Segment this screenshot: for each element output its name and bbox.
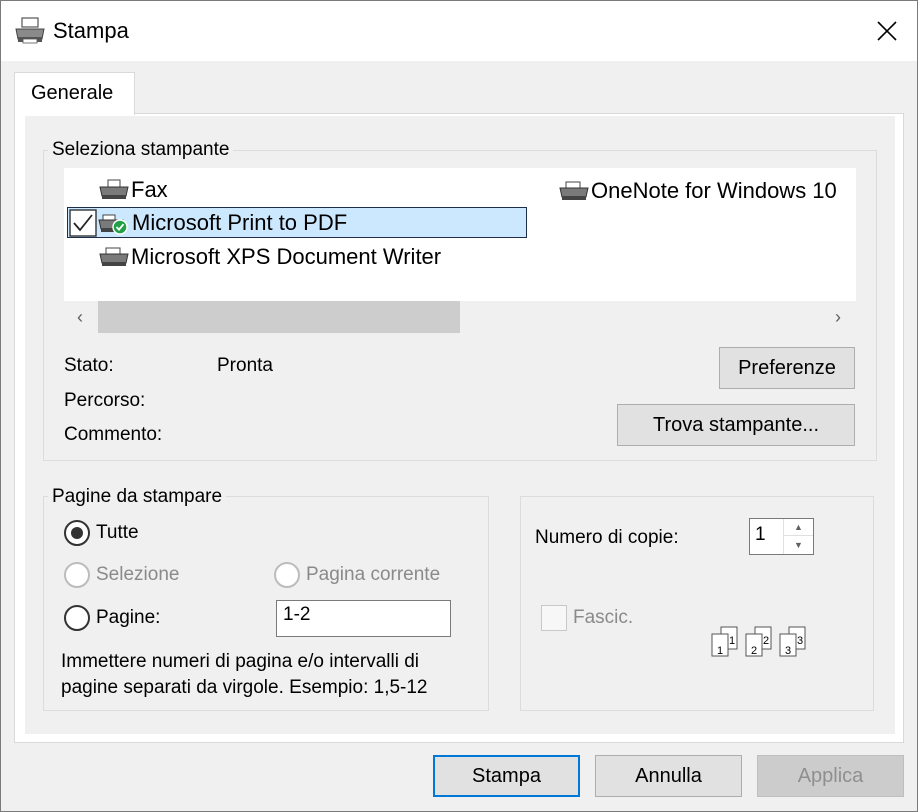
apply-button[interactable]: Applica [757, 755, 904, 797]
collate-checkbox[interactable] [541, 605, 567, 631]
stepper-up-icon[interactable]: ▲ [784, 519, 813, 536]
print-dialog: Stampa Generale Seleziona stampante Fax [0, 0, 918, 812]
printer-item-microsoft-print-to-pdf[interactable]: Microsoft Print to PDF [67, 207, 527, 238]
print-button[interactable]: Stampa [433, 755, 580, 797]
comment-label: Commento: [64, 424, 163, 445]
collate-page-number: 1 [717, 645, 723, 657]
close-button[interactable] [857, 1, 917, 61]
printer-item-onenote-for-windows-10[interactable]: OneNote for Windows 10 [557, 175, 856, 206]
collate-page-number: 3 [797, 635, 803, 647]
fax-icon [99, 179, 129, 199]
printer-name: OneNote for Windows 10 [591, 177, 837, 203]
window-title: Stampa [53, 18, 129, 43]
cancel-button[interactable]: Annulla [595, 755, 742, 797]
pages-group-title: Pagine da stampare [48, 486, 227, 508]
printer-item-fax[interactable]: Fax [97, 174, 168, 205]
path-label: Percorso: [64, 390, 146, 411]
collate-page-number: 3 [785, 645, 791, 657]
printer-name: Fax [131, 176, 168, 202]
selection-label: Selezione [96, 564, 180, 585]
copies-value: 1 [755, 524, 766, 545]
scroll-left-icon[interactable]: ‹ [70, 307, 90, 327]
printer-name: Microsoft Print to PDF [132, 209, 348, 235]
printer-icon [99, 247, 129, 266]
scrollbar-thumb[interactable] [98, 301, 460, 333]
status-value: Pronta [217, 355, 273, 376]
printer-name: Microsoft XPS Document Writer [131, 243, 442, 269]
pages-hint-line-1: Immettere numeri di pagina e/o intervall… [61, 651, 420, 672]
collate-label: Fascic. [573, 607, 634, 628]
stepper-buttons: ▲ ▼ [783, 519, 813, 554]
status-label: Stato: [64, 355, 114, 376]
printer-icon [15, 17, 45, 44]
radio-pages[interactable] [64, 605, 90, 631]
printer-list[interactable]: Fax Microsoft Print to PDF Microsoft XPS… [64, 168, 856, 301]
all-pages-label: Tutte [96, 522, 139, 543]
checked-checkbox-icon [69, 208, 97, 237]
tab-generale[interactable]: Generale [14, 72, 135, 115]
collate-page-number: 2 [751, 645, 757, 657]
close-icon [877, 21, 897, 41]
current-page-label: Pagina corrente [306, 564, 441, 585]
radio-all-pages[interactable] [64, 520, 90, 546]
printer-group-title: Seleziona stampante [48, 139, 234, 161]
copies-label: Numero di copie: [535, 527, 679, 548]
title-bar: Stampa [1, 1, 917, 61]
pages-hint-line-2: pagine separati da virgole. Esempio: 1,5… [61, 677, 428, 698]
printer-list-scrollbar[interactable]: ‹ › [64, 301, 856, 333]
scroll-right-icon[interactable]: › [828, 307, 848, 327]
printer-icon [559, 181, 589, 200]
collate-page-number: 2 [763, 635, 769, 647]
pages-range-input[interactable]: 1-2 [276, 600, 451, 637]
collate-page-number: 1 [729, 635, 735, 647]
copies-stepper[interactable]: 1 ▲ ▼ [749, 518, 814, 555]
default-printer-icon [98, 214, 128, 235]
collate-pages-icon: 1 1 2 2 3 3 [711, 626, 806, 657]
stepper-down-icon[interactable]: ▼ [784, 536, 813, 553]
radio-current-page[interactable] [274, 562, 300, 588]
find-printer-button[interactable]: Trova stampante... [617, 404, 855, 446]
preferences-button[interactable]: Preferenze [719, 347, 855, 389]
pages-label: Pagine: [96, 607, 161, 628]
radio-selection[interactable] [64, 562, 90, 588]
printer-item-microsoft-xps-document-writer[interactable]: Microsoft XPS Document Writer [97, 241, 441, 272]
